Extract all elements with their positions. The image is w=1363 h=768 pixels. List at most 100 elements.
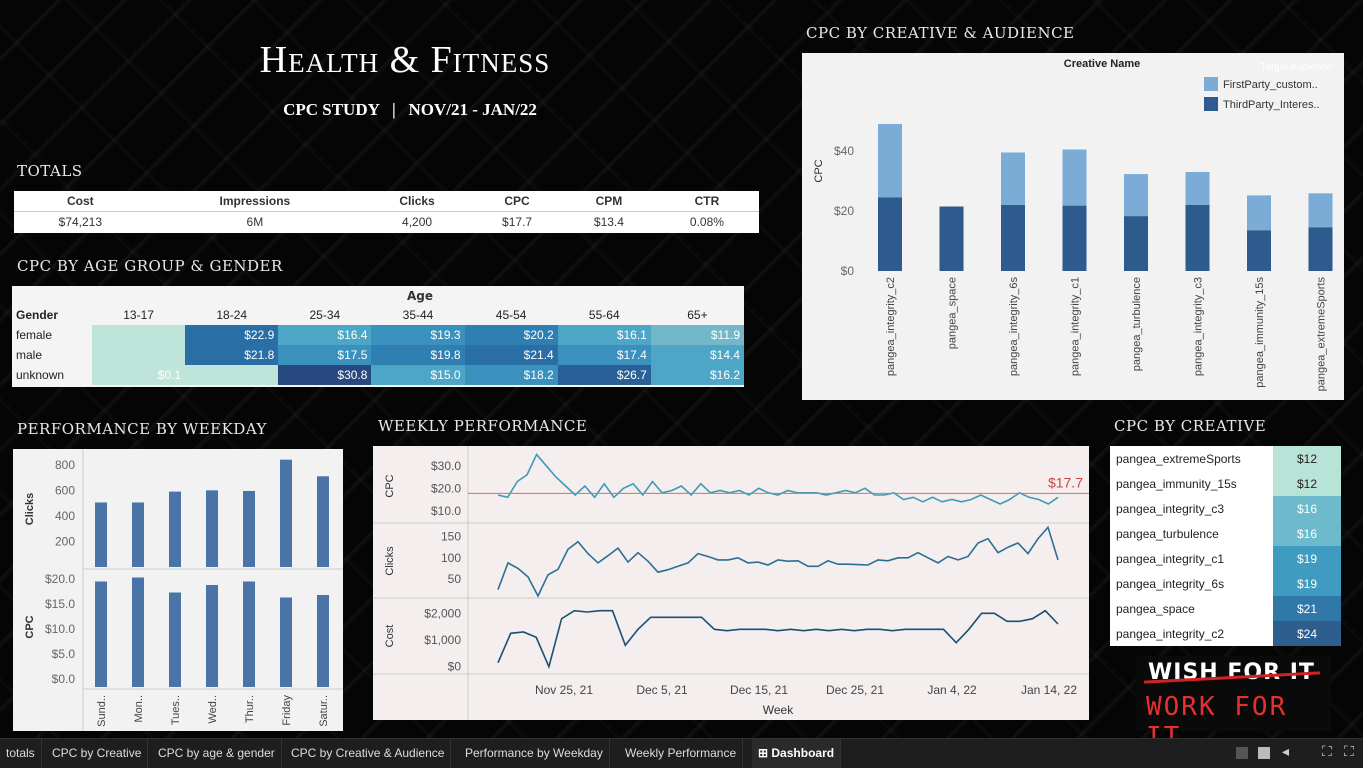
heatmap-row[interactable]: unknown $0.1 $30.8 $15.0 $18.2 $26.7 $16.2 (12, 365, 744, 385)
creative-audience-panel[interactable]: Creative Name Target Audience CPC $0 $20 $40 p… (802, 53, 1344, 400)
totals-header-cost: Cost (14, 191, 147, 212)
heatmap-cell[interactable]: $0.1 (92, 365, 186, 385)
y-tick-label: $20.0 (431, 481, 461, 495)
heatmap-row[interactable]: female $22.9 $16.4 $19.3 $20.2 $16.1 $11.9 (12, 325, 744, 345)
weekday-chart[interactable]: Clicks CPC 200 400 600 800 $0.0 $5.0 $10.0 $15.0 $… (13, 449, 343, 731)
y-tick-label: $10.0 (431, 504, 461, 518)
x-tick-label: Satur.. (318, 695, 330, 727)
heatmap-cell[interactable] (185, 365, 279, 385)
creative-row[interactable]: pangea_integrity_c1 $19 (1110, 546, 1341, 571)
sheet-tab[interactable]: Weekly Performance (619, 739, 744, 768)
prev-sheet-icon[interactable]: ◂ (1282, 744, 1289, 760)
creative-row[interactable]: pangea_extremeSports $12 (1110, 446, 1341, 471)
reference-line-label: $17.7 (1048, 474, 1083, 490)
cpc-bar (317, 595, 329, 687)
series-axis-label: Cost (384, 625, 396, 648)
bar-segment-firstparty (1001, 152, 1025, 205)
x-tick-label: Dec 5, 21 (636, 683, 688, 697)
heatmap-row[interactable]: male $21.8 $17.5 $19.8 $21.4 $17.4 $14.4 (12, 345, 744, 365)
creative-row[interactable]: pangea_immunity_15s $12 (1110, 471, 1341, 496)
legend-title: Target Audience (1260, 62, 1332, 73)
heatmap-cell[interactable]: $21.4 (464, 345, 558, 365)
heatmap-cell[interactable]: $15.0 (371, 365, 465, 385)
y-tick-label: $1,000 (424, 633, 461, 647)
creative-title: CPC BY CREATIVE (1114, 417, 1267, 435)
heatmap-cell[interactable]: $11.9 (650, 325, 744, 345)
creative-cpc-value: $16 (1273, 521, 1341, 546)
x-tick-label: Jan 4, 22 (927, 683, 977, 697)
creative-table[interactable]: pangea_extremeSports $12 pangea_immunity_1… (1110, 446, 1341, 646)
creative-row[interactable]: pangea_integrity_6s $19 (1110, 571, 1341, 596)
heatmap-cell[interactable] (92, 345, 186, 365)
heatmap-cell[interactable]: $17.4 (557, 345, 651, 365)
single-view-icon[interactable] (1258, 747, 1270, 759)
x-tick-label: pangea_integrity_c2 (885, 277, 897, 376)
heatmap-cell[interactable]: $16.2 (650, 365, 744, 385)
totals-value-cpm: $13.4 (593, 215, 624, 229)
age-header-45-54: 45-54 (464, 305, 558, 325)
sheet-tab[interactable]: CPC by Creative & Audience (285, 739, 452, 768)
x-tick-label: pangea_space (947, 277, 959, 349)
creative-row[interactable]: pangea_space $21 (1110, 596, 1341, 621)
heatmap-cell[interactable]: $14.4 (650, 345, 744, 365)
x-tick-label: Sund.. (96, 695, 108, 727)
bar-segment-thirdparty (1185, 205, 1210, 271)
heatmap-cell[interactable]: $19.3 (371, 325, 465, 345)
bar-segment-thirdparty (1124, 216, 1148, 271)
sheet-tab[interactable]: ⊞ Dashboard (752, 739, 842, 768)
sheet-tab[interactable]: CPC by age & gender (152, 739, 282, 768)
heatmap-cell[interactable]: $21.8 (185, 345, 279, 365)
totals-value-ctr: 0.08% (689, 215, 724, 229)
y-tick-label: $0 (448, 660, 462, 674)
heatmap-cell[interactable]: $20.2 (464, 325, 558, 345)
heatmap-cell[interactable]: $17.5 (278, 345, 372, 365)
x-tick-label: Dec 25, 21 (826, 683, 884, 697)
sheet-tab[interactable]: Performance by Weekday (459, 739, 610, 768)
creative-row[interactable]: pangea_integrity_c3 $16 (1110, 496, 1341, 521)
grid-view-icon[interactable] (1236, 747, 1248, 759)
totals-panel[interactable]: Cost Impressions Clicks CPC CPM CTR $74,… (14, 191, 759, 233)
heatmap-cell[interactable]: $16.4 (278, 325, 372, 345)
creative-name: pangea_extremeSports (1110, 446, 1273, 471)
x-tick-label: Friday (281, 695, 293, 726)
heatmap-cell[interactable] (92, 325, 186, 345)
bar-segment-firstparty (1124, 174, 1148, 217)
weekly-panel[interactable]: $10.0 $20.0 $30.0 CPC $17.7 50 100 150 Clicks $0 $… (373, 446, 1089, 720)
creative-name: pangea_turbulence (1110, 521, 1273, 546)
heatmap-cell[interactable]: $22.9 (185, 325, 279, 345)
creative-panel[interactable]: pangea_extremeSports $12 pangea_immunity_1… (1110, 446, 1341, 646)
next-sheet-icon[interactable]: ⛶ (1344, 744, 1354, 760)
clicks-bar (280, 459, 292, 567)
creative-audience-chart[interactable]: Creative Name Target Audience CPC $0 $20 $40 p… (802, 53, 1344, 400)
y-axis-label: CPC (813, 159, 825, 182)
bar-segment-firstparty (1185, 172, 1210, 205)
x-tick-label: pangea_extremeSports (1316, 277, 1328, 392)
creative-row[interactable]: pangea_turbulence $16 (1110, 521, 1341, 546)
y-tick-label: 400 (55, 509, 75, 523)
bar-segment-thirdparty (1308, 227, 1333, 271)
totals-value-impressions: 6M (246, 215, 264, 229)
age-gender-panel[interactable]: Age Gender 13-17 18-24 25-34 35-44 45-54 55-6… (12, 286, 744, 387)
heatmap-cell[interactable]: $19.8 (371, 345, 465, 365)
x-axis-label: Week (763, 703, 794, 717)
weekly-chart[interactable]: $10.0 $20.0 $30.0 CPC $17.7 50 100 150 Clicks $0 $… (373, 446, 1089, 720)
y-tick-label: 100 (441, 551, 461, 565)
heatmap-cell[interactable]: $30.8 (278, 365, 372, 385)
heatmap-cell[interactable]: $26.7 (557, 365, 651, 385)
x-tick-label: Tues.. (170, 695, 182, 725)
creative-cpc-value: $24 (1273, 621, 1341, 646)
creative-row[interactable]: pangea_integrity_c2 $24 (1110, 621, 1341, 646)
fullscreen-icon[interactable]: ⛶ (1322, 744, 1332, 760)
weekly-title: WEEKLY PERFORMANCE (378, 417, 588, 435)
weekday-panel[interactable]: Clicks CPC 200 400 600 800 $0.0 $5.0 $10.0 $15.0 $… (13, 449, 343, 731)
heatmap-cell[interactable]: $16.1 (557, 325, 651, 345)
heatmap-cell[interactable]: $18.2 (464, 365, 558, 385)
y-tick-label: 200 (55, 534, 75, 548)
legend-swatch (1204, 77, 1218, 91)
creative-name: pangea_integrity_c3 (1110, 496, 1273, 521)
sheet-tab[interactable]: totals (0, 739, 42, 768)
y-tick-label: $40 (834, 144, 854, 158)
sheet-tab[interactable]: CPC by Creative (46, 739, 149, 768)
age-gender-heatmap[interactable]: Gender 13-17 18-24 25-34 35-44 45-54 55-64 65+… (12, 305, 744, 385)
dashboard-title: Health & Fitness (259, 39, 551, 81)
